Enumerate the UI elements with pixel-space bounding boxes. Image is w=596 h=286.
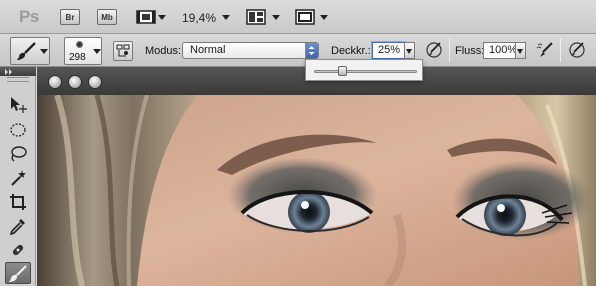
tools-panel bbox=[0, 67, 36, 286]
modus-label: Modus: bbox=[145, 45, 182, 57]
flow-dropdown-button[interactable] bbox=[515, 42, 526, 59]
opacity-slider-thumb[interactable] bbox=[338, 66, 347, 76]
chevron-down-icon bbox=[517, 49, 523, 54]
options-bar: 298 Modus: Normal Deckkr.: 25% Fluss: 10… bbox=[0, 34, 596, 67]
flow-label: Fluss: bbox=[455, 45, 485, 57]
close-window-button[interactable] bbox=[48, 75, 62, 89]
crop-tool-icon[interactable] bbox=[5, 191, 31, 213]
panel-grip[interactable] bbox=[7, 77, 29, 82]
eyedropper-tool-icon[interactable] bbox=[5, 215, 31, 237]
brush-tool-icon[interactable] bbox=[5, 262, 31, 284]
pressure-opacity-icon[interactable] bbox=[424, 40, 444, 60]
launch-bridge-button[interactable]: Br bbox=[60, 9, 80, 25]
arrange-documents-icon[interactable] bbox=[245, 8, 267, 26]
opacity-slider-track[interactable] bbox=[314, 66, 417, 76]
tool-preset-picker[interactable] bbox=[10, 37, 50, 65]
screen-mode-icon[interactable] bbox=[294, 8, 316, 26]
zoom-level[interactable]: 19,4% bbox=[182, 11, 216, 25]
flow-input[interactable]: 100% bbox=[483, 42, 517, 59]
divider bbox=[449, 38, 450, 62]
blend-mode-value: Normal bbox=[190, 44, 226, 56]
chevron-down-icon bbox=[40, 49, 48, 54]
film-strip-icon[interactable] bbox=[134, 8, 158, 26]
tools-panel-header[interactable] bbox=[0, 67, 36, 76]
lasso-tool-icon[interactable] bbox=[5, 143, 31, 165]
opacity-slider-popup bbox=[305, 59, 423, 81]
opacity-dropdown-button[interactable] bbox=[404, 42, 415, 59]
document-canvas[interactable] bbox=[37, 95, 596, 286]
magic-wand-tool-icon[interactable] bbox=[5, 167, 31, 189]
brush-icon bbox=[17, 42, 36, 60]
application-bar: Ps Br Mb 19,4% bbox=[0, 0, 596, 34]
chevron-down-icon bbox=[406, 49, 412, 54]
chevron-down-icon[interactable] bbox=[222, 15, 230, 20]
healing-brush-tool-icon[interactable] bbox=[5, 239, 31, 261]
divider bbox=[560, 38, 561, 62]
brush-preset-picker[interactable]: 298 bbox=[64, 37, 102, 65]
stepper-arrows-icon bbox=[305, 43, 318, 58]
opacity-label: Deckkr.: bbox=[331, 45, 371, 57]
pressure-size-icon[interactable] bbox=[567, 40, 587, 60]
brush-panel-icon bbox=[116, 44, 130, 57]
chevron-down-icon[interactable] bbox=[158, 15, 166, 20]
photoshop-logo: Ps bbox=[19, 7, 39, 26]
face-photo-image bbox=[37, 95, 596, 286]
marquee-tool-icon[interactable] bbox=[5, 119, 31, 141]
blend-mode-select[interactable]: Normal bbox=[182, 42, 319, 59]
zoom-window-button[interactable] bbox=[88, 75, 102, 89]
move-tool-icon[interactable] bbox=[5, 94, 31, 116]
collapse-panel-icon[interactable] bbox=[4, 69, 14, 75]
minimize-window-button[interactable] bbox=[68, 75, 82, 89]
launch-mini-bridge-button[interactable]: Mb bbox=[97, 9, 117, 25]
chevron-down-icon[interactable] bbox=[272, 15, 280, 20]
toggle-brush-panel-button[interactable] bbox=[113, 41, 133, 61]
brush-size-value: 298 bbox=[69, 52, 86, 63]
airbrush-icon[interactable] bbox=[535, 40, 555, 60]
chevron-down-icon bbox=[93, 49, 101, 54]
brush-tip-icon bbox=[76, 41, 83, 48]
opacity-input[interactable]: 25% bbox=[372, 42, 405, 59]
chevron-down-icon[interactable] bbox=[320, 15, 328, 20]
